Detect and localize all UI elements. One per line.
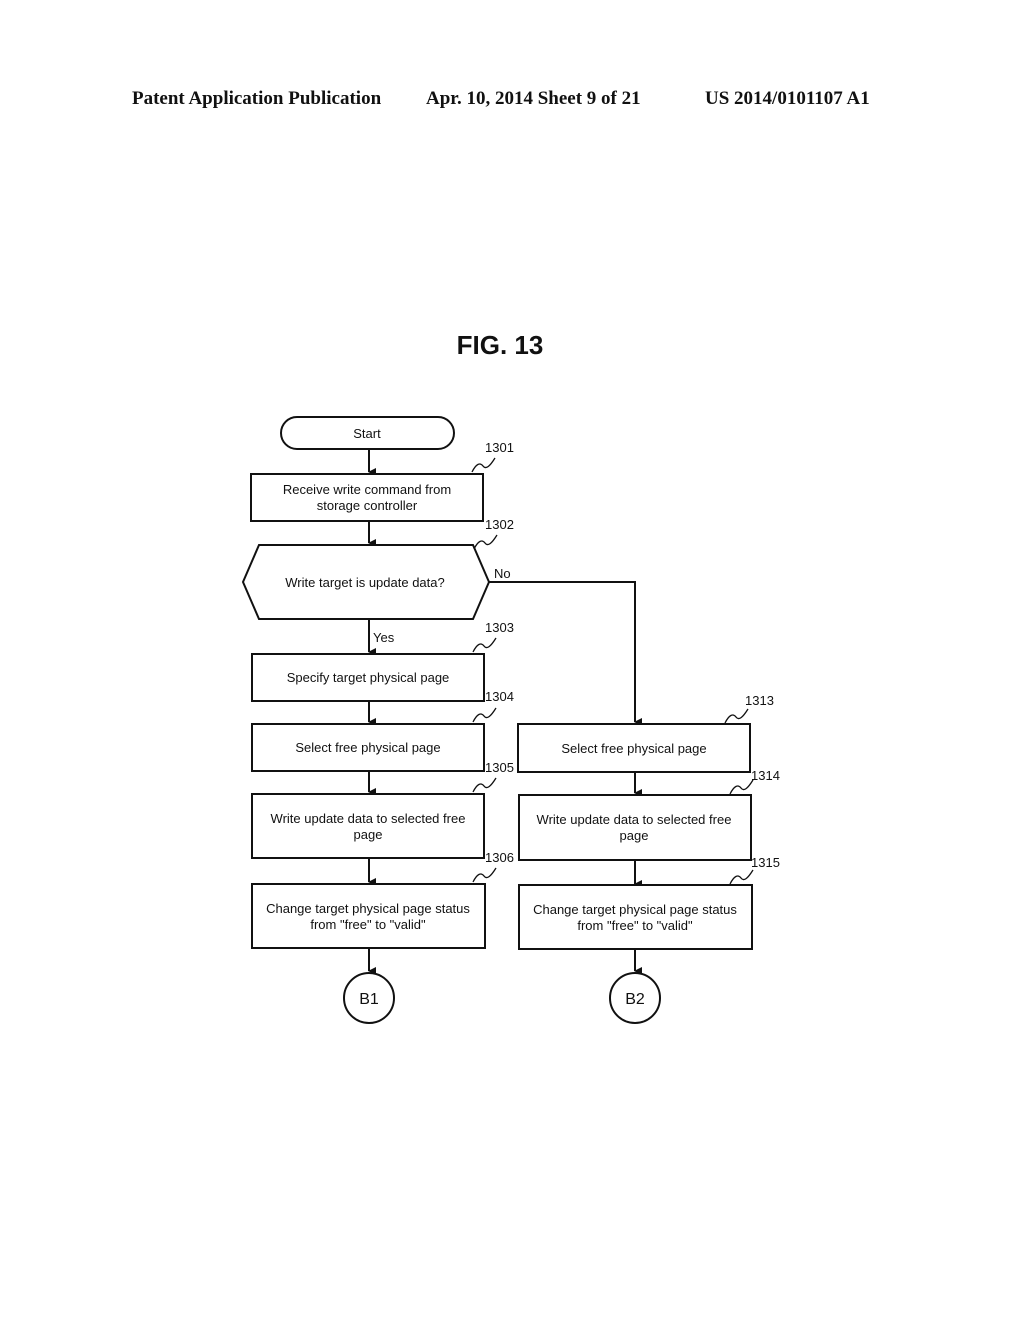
decision-1302: Write target is update data? 1302 Yes No — [241, 517, 514, 645]
step-1301: Receive write command from storage contr… — [250, 440, 514, 522]
decision-1302-label: Write target is update data? — [285, 575, 444, 590]
step-1313: Select free physical page 1313 — [517, 693, 774, 773]
leader-squiggle-1306 — [472, 867, 497, 883]
leader-squiggle-1313 — [724, 708, 749, 724]
step-1306-line-1: Change target physical page status — [266, 901, 470, 916]
yes-label: Yes — [373, 630, 395, 645]
step-1306: Change target physical page status from … — [251, 850, 514, 949]
step-1314-line-2: page — [620, 828, 649, 843]
start-terminator: Start — [280, 416, 455, 450]
leader-squiggle-1305 — [472, 777, 497, 793]
ref-1304: 1304 — [485, 689, 514, 704]
flowchart: Start Receive write command from storage… — [241, 416, 780, 1024]
step-1313-label: Select free physical page — [561, 741, 706, 756]
leader-squiggle-1302 — [473, 534, 498, 550]
step-1315: Change target physical page status from … — [518, 855, 780, 950]
step-1314-line-1: Write update data to selected free — [537, 812, 732, 827]
leader-squiggle-1304 — [472, 707, 497, 723]
start-label: Start — [353, 426, 381, 441]
step-1305-line-1: Write update data to selected free — [271, 811, 466, 826]
step-1315-line-2: from "free" to "valid" — [577, 918, 693, 933]
ref-1314: 1314 — [751, 768, 780, 783]
step-1315-line-1: Change target physical page status — [533, 902, 737, 917]
leader-squiggle-1301 — [471, 457, 496, 473]
step-1304-label: Select free physical page — [295, 740, 440, 755]
step-1301-line-2: storage controller — [317, 498, 418, 513]
connector-b1: B1 — [343, 972, 395, 1024]
step-1305-line-2: page — [354, 827, 383, 842]
ref-1301: 1301 — [485, 440, 514, 455]
ref-1305: 1305 — [485, 760, 514, 775]
step-1303-label: Specify target physical page — [287, 670, 450, 685]
leader-squiggle-1315 — [729, 869, 754, 885]
connector-b2-label: B2 — [625, 991, 645, 1008]
no-label: No — [494, 566, 511, 581]
leader-squiggle-1303 — [472, 637, 497, 653]
ref-1313: 1313 — [745, 693, 774, 708]
ref-1302: 1302 — [485, 517, 514, 532]
step-1306-line-2: from "free" to "valid" — [310, 917, 426, 932]
step-1314: Write update data to selected free page … — [518, 768, 780, 861]
ref-1315: 1315 — [751, 855, 780, 870]
step-1301-line-1: Receive write command from — [283, 482, 451, 497]
ref-1306: 1306 — [485, 850, 514, 865]
leader-squiggle-1314 — [729, 779, 754, 795]
ref-1303: 1303 — [485, 620, 514, 635]
connector-b1-label: B1 — [359, 991, 379, 1008]
step-1305: Write update data to selected free page … — [251, 760, 514, 859]
connector-b2: B2 — [609, 972, 661, 1024]
